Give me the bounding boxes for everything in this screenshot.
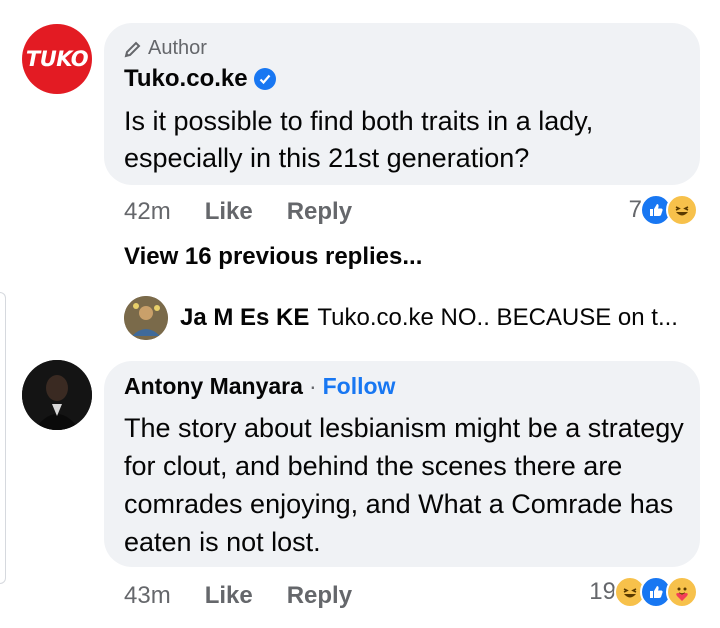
reply-button[interactable]: Reply: [287, 198, 352, 226]
reply-author-name[interactable]: Ja M Es KE: [180, 304, 309, 331]
like-button[interactable]: Like: [205, 198, 253, 226]
comment-timestamp[interactable]: 42m: [124, 198, 171, 226]
reply-preview[interactable]: Ja M Es KE Tuko.co.ke NO.. BECAUSE on t..…: [180, 304, 678, 332]
reply-button[interactable]: Reply: [287, 582, 352, 610]
reply-preview-text: Tuko.co.ke NO.. BECAUSE on t...: [317, 304, 678, 331]
comment-author: Antony Manyara · Follow: [124, 373, 395, 400]
care-icon: [666, 576, 698, 608]
comment-actions: 43m Like Reply: [124, 582, 386, 610]
comment-author[interactable]: Tuko.co.ke: [124, 65, 276, 93]
reply-avatar[interactable]: [124, 296, 168, 340]
view-previous-replies-link[interactable]: View 16 previous replies...: [124, 243, 422, 271]
comment-text: The story about lesbianism might be a st…: [124, 413, 684, 557]
reaction-summary[interactable]: 19: [589, 576, 698, 608]
separator-dot: ·: [308, 373, 317, 399]
author-tag: Author: [124, 37, 207, 60]
comment-timestamp[interactable]: 43m: [124, 582, 171, 610]
author-tag-label: Author: [148, 37, 207, 59]
comment-author-name[interactable]: Antony Manyara: [124, 373, 303, 400]
comment-author-name[interactable]: Tuko.co.ke: [124, 65, 248, 93]
follow-button[interactable]: Follow: [323, 373, 396, 400]
pencil-icon: [124, 41, 141, 57]
verified-badge-icon: [253, 68, 276, 90]
tuko-logo: TUKO: [25, 47, 89, 71]
thread-rail: [0, 292, 6, 584]
antony-avatar[interactable]: [22, 360, 92, 430]
comment-text: Is it possible to find both traits in a …: [124, 106, 594, 173]
haha-icon: [666, 194, 698, 226]
tuko-avatar[interactable]: TUKO: [22, 24, 92, 94]
comment-actions: 42m Like Reply: [124, 198, 386, 226]
reaction-summary[interactable]: 7: [629, 194, 698, 226]
reaction-count: 19: [589, 578, 616, 605]
like-button[interactable]: Like: [205, 582, 253, 610]
